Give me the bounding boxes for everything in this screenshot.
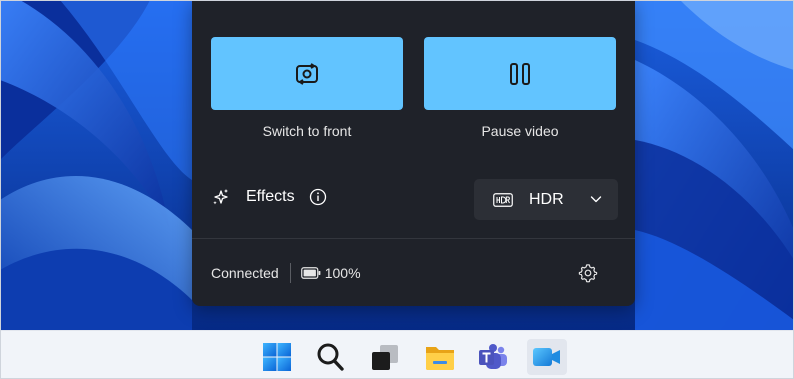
teams-icon: [479, 344, 507, 369]
taskbar-task-view-button[interactable]: [365, 339, 405, 375]
hdr-dropdown-value: HDR: [529, 190, 564, 208]
search-icon: [317, 343, 344, 371]
pause-video-button[interactable]: [424, 37, 616, 110]
pause-video-label: Pause video: [481, 123, 559, 139]
effects-label: Effects: [246, 188, 295, 205]
gear-icon[interactable]: [578, 263, 598, 283]
pause-icon: [510, 62, 530, 85]
taskbar: [0, 330, 794, 379]
windows-logo-icon: [263, 343, 291, 371]
chevron-down-icon: [590, 196, 602, 203]
info-icon[interactable]: [309, 188, 327, 206]
video-camera-icon: [533, 348, 560, 366]
switch-camera-icon: [296, 62, 318, 85]
taskbar-camera-app-button[interactable]: [527, 339, 567, 375]
switch-to-front-label: Switch to front: [262, 123, 352, 139]
task-view-icon: [372, 345, 398, 370]
switch-to-front-button[interactable]: [211, 37, 403, 110]
taskbar-file-explorer-button[interactable]: [420, 339, 460, 375]
connection-status: Connected: [211, 265, 279, 281]
camera-controls-flyout: Switch to front Pause video Effects HDR: [192, 0, 635, 306]
status-separator: [289, 263, 291, 283]
status-footer: Connected 100%: [211, 263, 361, 283]
taskbar-teams-button[interactable]: [473, 339, 513, 375]
taskbar-start-button[interactable]: [257, 339, 297, 375]
battery-level: 100%: [324, 265, 361, 281]
effects-row: Effects: [212, 188, 327, 206]
battery-icon: [300, 267, 321, 279]
sparkle-icon: [213, 189, 228, 205]
hdr-dropdown[interactable]: HDR: [474, 179, 618, 220]
folder-icon: [426, 347, 454, 370]
taskbar-search-button[interactable]: [310, 339, 350, 375]
hdr-badge-icon: [493, 192, 513, 207]
flyout-divider: [192, 238, 635, 239]
